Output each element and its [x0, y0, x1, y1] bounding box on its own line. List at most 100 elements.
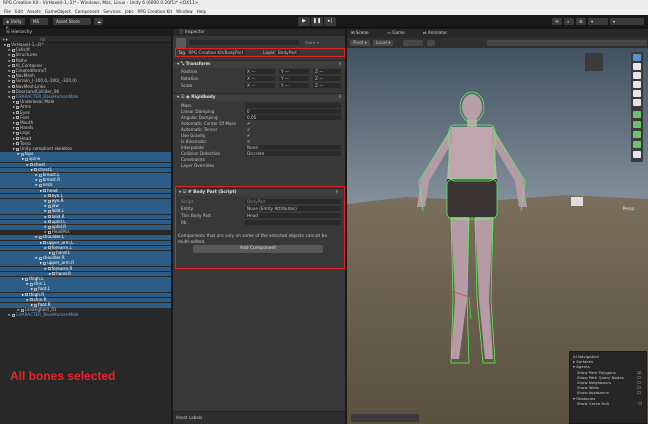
extra-tool-icon[interactable]	[633, 151, 641, 158]
history-icon[interactable]: ⟲	[552, 18, 562, 25]
expand-arrow-icon[interactable]: ▸	[13, 110, 15, 115]
expand-arrow-icon[interactable]: ▸	[40, 260, 42, 266]
name-field[interactable]	[189, 40, 299, 45]
menu-item[interactable]: Component	[75, 9, 99, 14]
static-toggle[interactable]: Static ▾	[305, 40, 319, 45]
expand-arrow-icon[interactable]: ▸	[9, 312, 11, 318]
hierarchy-row[interactable]: ▸ shin.L	[0, 281, 171, 287]
play-button[interactable]: ▶	[298, 17, 310, 26]
property-value[interactable]: 0.05	[245, 115, 341, 120]
scene-view-options[interactable]	[487, 40, 647, 46]
transform-tool-icon[interactable]	[633, 99, 641, 106]
hierarchy-row[interactable]: ▸ uplid.L	[0, 219, 171, 225]
hierarchy-row[interactable]: ▸ upper_arm.L	[0, 240, 171, 246]
hierarchy-row[interactable]: ▸ shoulder.L	[0, 235, 171, 241]
tag-dropdown[interactable]: RPG Creation Kit/BodyPart	[186, 50, 246, 55]
rigidbody-header[interactable]: ▾ ☑ ◉ Rigidbody ⋮	[173, 93, 345, 102]
expand-arrow-icon[interactable]: ▸	[13, 104, 15, 110]
rect-tool-icon[interactable]	[633, 90, 641, 97]
pause-button[interactable]: ❚❚	[311, 17, 323, 26]
grid-snap-button[interactable]	[403, 40, 423, 46]
hierarchy-row[interactable]: ▸ thigh.R	[0, 292, 171, 298]
collider-tool-icon[interactable]	[633, 111, 641, 118]
expand-arrow-icon[interactable]: ▸	[45, 245, 47, 250]
hierarchy-row[interactable]: ▸ foot.L	[0, 287, 171, 293]
expand-arrow-icon[interactable]: ▸	[36, 255, 38, 260]
expand-arrow-icon[interactable]: ▸	[9, 78, 11, 84]
hierarchy-row[interactable]: ▸ jaw	[0, 203, 171, 209]
property-value[interactable]: ✔	[245, 133, 253, 138]
position-z[interactable]: Z —	[313, 69, 341, 74]
hierarchy-row[interactable]: ▸ hand.L	[0, 250, 171, 256]
move-tool-icon[interactable]	[633, 63, 641, 70]
menu-item[interactable]: File	[4, 9, 11, 14]
hierarchy-row[interactable]: ▸ breast.R	[0, 177, 171, 183]
hierarchy-row[interactable]: ▸ head	[0, 188, 171, 194]
property-value[interactable]: ✔	[245, 139, 253, 144]
hierarchy-row[interactable]: ▸ uplid.R	[0, 224, 171, 230]
scale-y[interactable]: Y —	[279, 83, 309, 88]
layer-dropdown[interactable]: BodyPart	[276, 50, 299, 55]
expand-arrow-icon[interactable]: ▸	[45, 214, 47, 219]
collider-tool-icon-4[interactable]	[633, 141, 641, 148]
expand-arrow-icon[interactable]: ▸	[13, 130, 15, 136]
hierarchy-row[interactable]: ▸ spine	[0, 156, 171, 163]
local-dropdown[interactable]: Local ▾	[373, 40, 394, 46]
tab-game[interactable]: ▭ Game	[387, 30, 405, 35]
hierarchy-row[interactable]: ▸ forearm.L	[0, 245, 171, 251]
hierarchy-row[interactable]: ▸ breast.L	[0, 172, 171, 178]
menu-item[interactable]: Jobs	[125, 9, 134, 14]
add-component-button[interactable]: Add Component	[193, 245, 323, 253]
rotation-z[interactable]: Z —	[313, 76, 341, 81]
expand-arrow-icon[interactable]: ▸	[27, 162, 29, 167]
expand-arrow-icon[interactable]: ▸	[40, 188, 42, 193]
expand-arrow-icon[interactable]: ▸	[13, 146, 15, 151]
rotation-y[interactable]: Y —	[279, 76, 309, 81]
carve-hull-option[interactable]: Show Carve Hull ☐	[573, 401, 643, 406]
expand-arrow-icon[interactable]: ▸	[18, 151, 20, 156]
bottom-toolbar[interactable]	[351, 414, 419, 422]
position-x[interactable]: X —	[245, 69, 275, 74]
hierarchy-row[interactable]: ▸ eye.L	[0, 193, 171, 199]
hierarchy-tab[interactable]: ☰ Hierarchy	[0, 29, 171, 36]
component-menu-icon[interactable]: ⋮	[335, 189, 339, 197]
property-value[interactable]: None	[245, 145, 341, 150]
expand-arrow-icon[interactable]: ▸	[9, 52, 11, 58]
layers-dropdown[interactable]: ▾	[588, 18, 608, 25]
hierarchy-row[interactable]: ▸ CHARACTER_BaseHumanMale	[0, 312, 171, 318]
menu-item[interactable]: Services	[103, 9, 121, 14]
hierarchy-row[interactable]: ▸ hand.R	[0, 271, 171, 277]
collider-tool-icon-3[interactable]	[633, 131, 641, 138]
expand-arrow-icon[interactable]: ▸	[31, 167, 33, 172]
hierarchy-row[interactable]: ▸ thigh.L	[0, 276, 171, 282]
menu-item[interactable]: Assets	[27, 9, 41, 14]
tab-animator[interactable]: ⇄ Animator	[423, 30, 447, 35]
expand-arrow-icon[interactable]: ▸	[22, 156, 24, 162]
component-menu-icon[interactable]: ⋮	[338, 94, 342, 102]
scale-x[interactable]: X —	[245, 83, 275, 88]
account-button[interactable]: ◈ Unity 6	[3, 18, 25, 31]
expand-arrow-icon[interactable]: ▸	[9, 84, 11, 89]
inspector-tab[interactable]: ⓘ Inspector	[173, 29, 345, 36]
hierarchy-row[interactable]: ▸ shoulder.R	[0, 255, 171, 261]
expand-arrow-icon[interactable]: ▸	[22, 292, 24, 297]
hierarchy-row[interactable]: ▸ lolid.L	[0, 209, 171, 215]
ms-button[interactable]: MS	[30, 18, 48, 25]
step-button[interactable]: ▸|	[324, 17, 336, 26]
expand-arrow-icon[interactable]: ▸	[9, 58, 11, 63]
pivot-dropdown[interactable]: Pivot ▾	[350, 40, 370, 46]
rotation-x[interactable]: X —	[245, 76, 275, 81]
hierarchy-row[interactable]: ▸ neck	[0, 183, 171, 189]
expand-arrow-icon[interactable]: ▸	[4, 42, 6, 47]
persp-label[interactable]: Persp	[623, 206, 634, 211]
menu-item[interactable]: Help	[197, 9, 207, 14]
asset-store-button[interactable]: Asset Store	[53, 18, 91, 25]
hierarchy-row[interactable]: ▸ chest	[0, 162, 171, 168]
property-value[interactable]: Head	[245, 213, 341, 218]
search-icon[interactable]: ⌕	[564, 18, 574, 25]
hierarchy-row[interactable]: ▸ eye.R	[0, 198, 171, 204]
hierarchy-row[interactable]: ▸ lolid.R	[0, 214, 171, 220]
component-menu-icon[interactable]: ⋮	[338, 61, 342, 69]
expand-arrow-icon[interactable]: ▸	[49, 271, 51, 276]
view-tool-icon[interactable]	[633, 54, 641, 61]
